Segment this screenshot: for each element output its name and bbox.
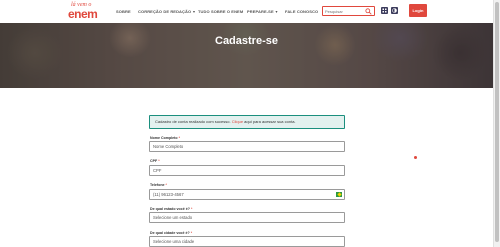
state-label: De qual estado você é? * [150,207,193,211]
decorative-dot [414,156,417,159]
search-box [322,6,375,16]
city-select[interactable]: Selecione uma cidade [149,236,345,247]
phone-field-placeholder: (11) 96123-4567 [153,192,184,197]
state-select[interactable]: Selecione um estado [149,212,345,223]
city-select-value: Selecione uma cidade [153,239,195,244]
name-field[interactable]: Nome Completo [149,141,345,152]
grid-icon [382,8,387,13]
phone-field[interactable]: (11) 96123-4567 [149,189,345,200]
cpf-field[interactable]: CPF [149,165,345,176]
accessibility-button[interactable] [381,7,388,14]
alert-link[interactable]: Clique [232,119,243,124]
name-label: Nome Completo * [150,136,180,140]
city-label: De qual cidade você é? * [150,231,193,235]
page-title: Cadastre-se [215,35,278,47]
alert-text-after: aqui para acessar sua conta. [243,119,296,124]
alert-text: Cadastro de conta realizado com sucesso. [155,119,232,124]
scroll-thumb[interactable] [495,2,499,242]
hero-overlay [0,23,493,88]
site-header: lá vem o enem SOBRE CORREÇÃO DE REDAÇÃO▼… [0,0,493,23]
login-button[interactable]: Login [409,4,427,17]
success-alert: Cadastro de conta realizado com sucesso.… [149,115,345,129]
logo-wordmark: enem [68,7,98,21]
search-input[interactable] [325,8,363,15]
chevron-down-icon: ▼ [192,10,196,14]
site-logo[interactable]: lá vem o enem [68,2,104,21]
brazil-flag-icon[interactable] [336,192,342,197]
name-field-placeholder: Nome Completo [153,144,184,149]
nav-label: TUDO SOBRE O ENEM [198,9,244,14]
nav-label: CORREÇÃO DE REDAÇÃO [138,9,192,14]
nav-label: FALE CONOSCO [285,9,319,14]
search-icon[interactable] [365,8,372,15]
nav-label: SOBRE [116,9,131,14]
contrast-icon [392,8,397,13]
nav-label: PREPARE-SE [247,9,274,14]
nav-item-fale-conosco[interactable]: FALE CONOSCO [285,9,318,14]
chevron-down-icon: ▼ [274,10,279,14]
nav-item-correcao[interactable]: CORREÇÃO DE REDAÇÃO▼ [138,9,196,14]
nav-item-prepare-se[interactable]: PREPARE-SE▼ [247,9,278,14]
nav-item-sobre[interactable]: SOBRE [116,9,131,14]
hero-banner: Cadastre-se [0,23,493,88]
phone-label: Telefone * [150,183,167,187]
cpf-label: CPF * [150,159,160,163]
state-select-value: Selecione um estado [153,215,193,220]
contrast-button[interactable] [391,7,398,14]
nav-item-tudo-sobre[interactable]: TUDO SOBRE O ENEM [198,9,243,14]
cpf-field-placeholder: CPF [153,168,162,173]
page-scrollbar[interactable] [493,0,500,247]
